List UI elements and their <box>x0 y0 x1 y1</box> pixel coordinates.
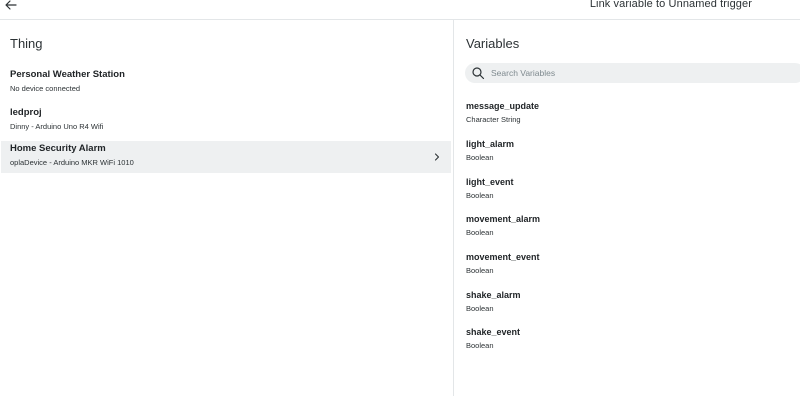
variable-type: Boolean <box>466 191 494 200</box>
variable-name: shake_event <box>466 327 521 337</box>
variable-item-shake-alarm[interactable]: shake_alarm Boolean <box>466 290 786 318</box>
variable-item-movement-event[interactable]: movement_event Boolean <box>466 252 786 280</box>
variables-heading: Variables <box>466 36 520 51</box>
thing-item-ledproj[interactable]: ledproj Dinny - Arduino Uno R4 Wifi <box>1 105 451 137</box>
thing-panel: Thing Personal Weather Station No device… <box>0 20 454 396</box>
thing-item-home-security-alarm[interactable]: Home Security Alarm oplaDevice - Arduino… <box>1 141 451 173</box>
variable-item-movement-alarm[interactable]: movement_alarm Boolean <box>466 214 786 242</box>
chevron-right-icon <box>434 153 440 161</box>
variables-panel: Variables message_update Character Strin… <box>455 20 800 396</box>
variable-item-shake-event[interactable]: shake_event Boolean <box>466 327 786 355</box>
variable-name: message_update <box>466 101 540 111</box>
variable-name: movement_alarm <box>466 214 541 224</box>
top-bar: Link variable to Unnamed trigger <box>0 0 800 20</box>
variable-name: light_event <box>466 177 514 187</box>
thing-device: Dinny - Arduino Uno R4 Wifi <box>10 122 104 131</box>
variable-name: shake_alarm <box>466 290 521 300</box>
thing-device: oplaDevice - Arduino MKR WiFi 1010 <box>10 158 134 167</box>
variable-item-light-event[interactable]: light_event Boolean <box>466 177 786 205</box>
variable-type: Boolean <box>466 228 494 237</box>
variable-item-message-update[interactable]: message_update Character String <box>466 101 786 129</box>
variable-type: Boolean <box>466 304 494 313</box>
variable-type: Boolean <box>466 266 494 275</box>
arrow-left-icon <box>5 0 17 10</box>
page-title: Link variable to Unnamed trigger <box>589 0 752 10</box>
variable-name: light_alarm <box>466 139 515 149</box>
thing-device: No device connected <box>10 84 81 93</box>
variable-type: Character String <box>466 115 521 124</box>
variable-item-light-alarm[interactable]: light_alarm Boolean <box>466 139 786 167</box>
search-icon <box>472 67 485 80</box>
thing-name: Personal Weather Station <box>10 69 125 80</box>
thing-item-personal-weather-station[interactable]: Personal Weather Station No device conne… <box>1 67 451 99</box>
thing-name: Home Security Alarm <box>10 143 106 154</box>
variable-type: Boolean <box>466 153 494 162</box>
back-button[interactable] <box>2 0 20 13</box>
thing-name: ledproj <box>10 107 42 118</box>
variable-type: Boolean <box>466 341 494 350</box>
variable-name: movement_event <box>466 252 540 262</box>
search-bar[interactable] <box>465 63 800 83</box>
search-input[interactable] <box>491 68 771 78</box>
thing-heading: Thing <box>10 36 43 51</box>
